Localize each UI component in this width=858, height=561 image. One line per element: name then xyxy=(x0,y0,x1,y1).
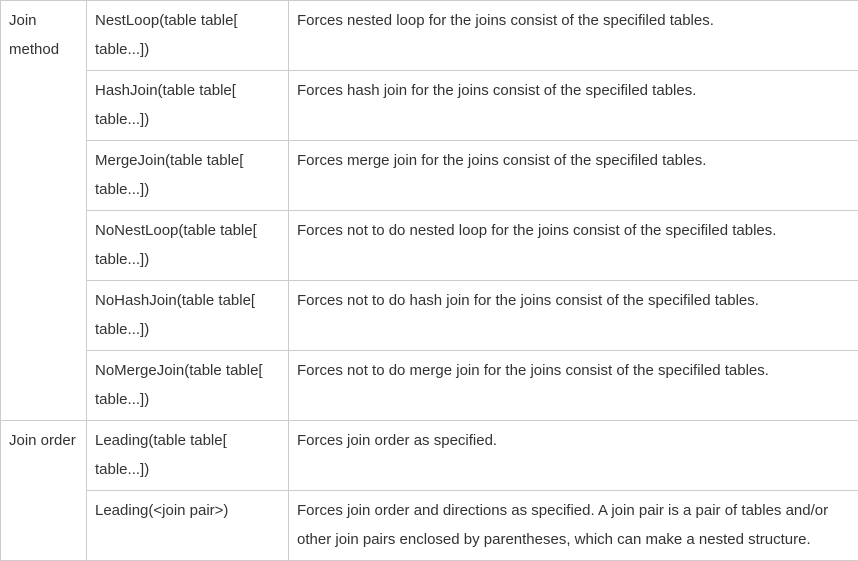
table-row: NoHashJoin(table table[ table...]) Force… xyxy=(1,281,858,351)
format-cell: Leading(<join pair>) xyxy=(87,491,289,561)
description-cell: Forces join order as specified. xyxy=(289,421,858,491)
table-row: Join order Leading(table table[ table...… xyxy=(1,421,858,491)
table-row: HashJoin(table table[ table...]) Forces … xyxy=(1,71,858,141)
description-cell: Forces not to do merge join for the join… xyxy=(289,351,858,421)
hints-table: Join method NestLoop(table table[ table.… xyxy=(0,0,858,561)
description-cell: Forces nested loop for the joins consist… xyxy=(289,1,858,71)
format-cell: NoHashJoin(table table[ table...]) xyxy=(87,281,289,351)
description-cell: Forces merge join for the joins consist … xyxy=(289,141,858,211)
description-cell: Forces not to do nested loop for the joi… xyxy=(289,211,858,281)
format-cell: MergeJoin(table table[ table...]) xyxy=(87,141,289,211)
description-cell: Forces hash join for the joins consist o… xyxy=(289,71,858,141)
description-cell: Forces join order and directions as spec… xyxy=(289,491,858,561)
format-cell: NestLoop(table table[ table...]) xyxy=(87,1,289,71)
format-cell: NoNestLoop(table table[ table...]) xyxy=(87,211,289,281)
category-cell: Join order xyxy=(1,421,87,561)
table-row: NoMergeJoin(table table[ table...]) Forc… xyxy=(1,351,858,421)
table-row: Join method NestLoop(table table[ table.… xyxy=(1,1,858,71)
table-row: NoNestLoop(table table[ table...]) Force… xyxy=(1,211,858,281)
description-cell: Forces not to do hash join for the joins… xyxy=(289,281,858,351)
table-row: Leading(<join pair>) Forces join order a… xyxy=(1,491,858,561)
format-cell: HashJoin(table table[ table...]) xyxy=(87,71,289,141)
format-cell: NoMergeJoin(table table[ table...]) xyxy=(87,351,289,421)
category-cell: Join method xyxy=(1,1,87,421)
format-cell: Leading(table table[ table...]) xyxy=(87,421,289,491)
table-row: MergeJoin(table table[ table...]) Forces… xyxy=(1,141,858,211)
